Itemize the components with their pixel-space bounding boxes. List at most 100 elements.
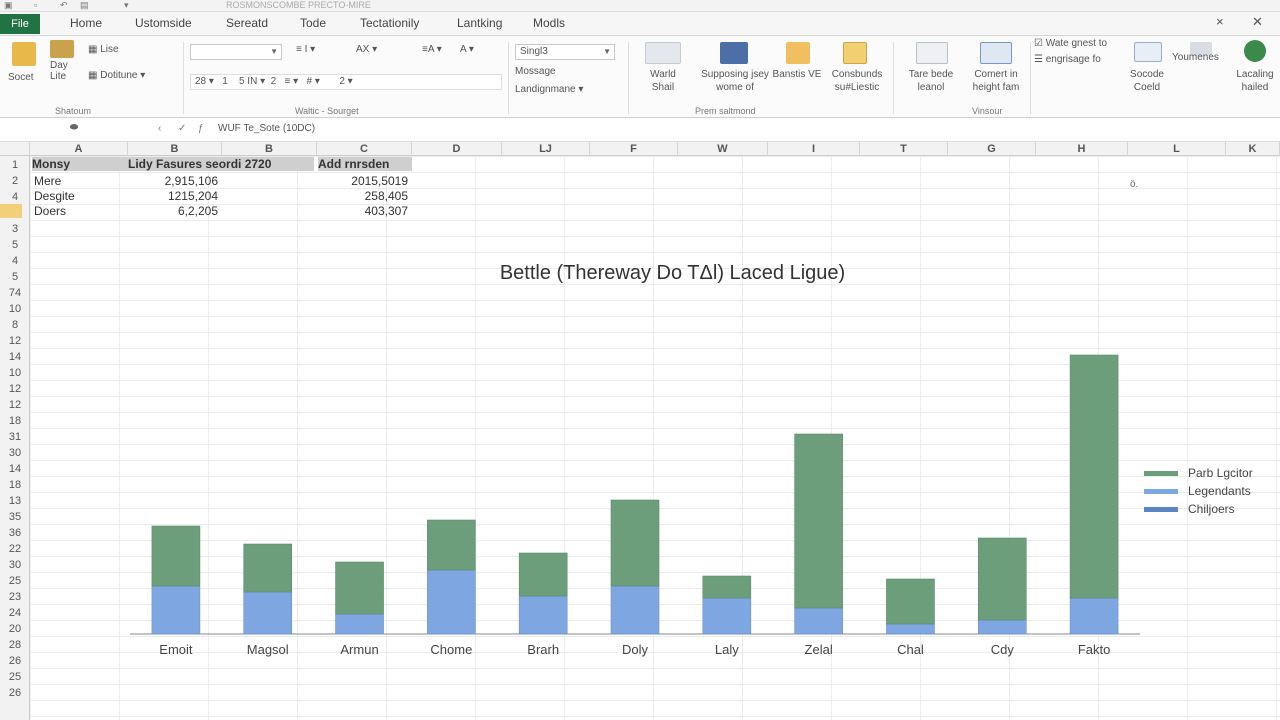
- row-header[interactable]: 18: [0, 413, 30, 429]
- alignment-dropdown[interactable]: Landignmane ▾: [515, 84, 583, 95]
- value-cell[interactable]: 2015,5019: [312, 174, 408, 188]
- value-cell[interactable]: 403,307: [312, 204, 408, 218]
- insert-icon[interactable]: [980, 42, 1012, 64]
- bar-parb-lgcitor-cdy[interactable]: [977, 537, 1027, 621]
- table-icon[interactable]: [916, 42, 948, 64]
- row-header[interactable]: 10: [0, 365, 30, 381]
- column-header[interactable]: K: [1226, 142, 1280, 156]
- chart[interactable]: Bettle (Thereway Do TΔl) Laced Ligue) Em…: [120, 250, 1280, 670]
- column-header[interactable]: D: [412, 142, 502, 156]
- legend-item[interactable]: Legendants: [1144, 482, 1253, 500]
- bar-legendants-laly[interactable]: [702, 597, 752, 635]
- paste-icon[interactable]: [12, 42, 36, 66]
- row-header[interactable]: 28: [0, 637, 30, 653]
- row-header[interactable]: 13: [0, 493, 30, 509]
- tab-sereatd[interactable]: Sereatd: [226, 16, 268, 34]
- bar-legendants-zelal[interactable]: [794, 607, 843, 635]
- header-cell[interactable]: Lidy Fasures seordi 2720: [128, 157, 314, 171]
- row-header[interactable]: 5: [0, 269, 30, 285]
- undo-icon[interactable]: ↶: [60, 0, 68, 11]
- close-ribbon-icon[interactable]: ×: [1216, 14, 1224, 29]
- column-header[interactable]: LJ: [502, 142, 590, 156]
- number-format-dropdown[interactable]: Singl3 ▼: [515, 44, 615, 60]
- row-header[interactable]: 20: [0, 621, 30, 637]
- bar-legendants-emoit[interactable]: [151, 585, 201, 635]
- redo-icon[interactable]: ▤: [80, 0, 89, 11]
- column-header[interactable]: I: [768, 142, 860, 156]
- row-header[interactable]: 3: [0, 221, 30, 237]
- enter-icon[interactable]: ✓: [178, 123, 186, 134]
- bar-legendants-doly[interactable]: [610, 585, 660, 635]
- row-header[interactable]: 14: [0, 349, 30, 365]
- font-name-dropdown[interactable]: ▼: [190, 44, 282, 60]
- bar-parb-lgcitor-emoit[interactable]: [151, 525, 201, 587]
- row-header[interactable]: 12: [0, 381, 30, 397]
- column-header[interactable]: A: [30, 142, 128, 156]
- wate-label[interactable]: ☑ Wate gnest to: [1034, 38, 1107, 49]
- column-header[interactable]: B: [222, 142, 317, 156]
- row-header[interactable]: 18: [0, 477, 30, 493]
- bar-legendants-chal[interactable]: [886, 623, 935, 635]
- row-label-cell[interactable]: Mere: [34, 174, 61, 188]
- bar-parb-lgcitor-magsol[interactable]: [243, 543, 293, 593]
- row-header[interactable]: 2: [0, 173, 30, 189]
- bar-legendants-armun[interactable]: [335, 613, 384, 635]
- row-header[interactable]: 31: [0, 429, 30, 445]
- formula-input[interactable]: WUF Te_Sote (10DC): [218, 123, 315, 134]
- bar-parb-lgcitor-chal[interactable]: [886, 578, 935, 625]
- cancel-icon[interactable]: ‹: [158, 123, 161, 134]
- customize-icon[interactable]: ▾: [124, 0, 129, 11]
- save-icon[interactable]: ▫: [34, 0, 37, 10]
- row-header[interactable]: 4: [0, 189, 30, 205]
- row-header[interactable]: 10: [0, 301, 30, 317]
- row-header[interactable]: 30: [0, 445, 30, 461]
- row-header[interactable]: 74: [0, 285, 30, 301]
- bar-parb-lgcitor-zelal[interactable]: [794, 433, 843, 609]
- bold-italic-buttons[interactable]: ≡ I ▾: [296, 44, 315, 55]
- column-header[interactable]: W: [678, 142, 768, 156]
- function-icon[interactable]: ƒ: [198, 123, 204, 134]
- tab-tectationily[interactable]: Tectationily: [360, 16, 419, 34]
- bar-parb-lgcitor-fakto[interactable]: [1069, 354, 1119, 599]
- column-header[interactable]: F: [590, 142, 678, 156]
- font-size-ax[interactable]: AX ▾: [356, 44, 377, 55]
- column-header[interactable]: G: [948, 142, 1036, 156]
- value-cell[interactable]: 6,2,205: [128, 204, 218, 218]
- value-cell[interactable]: 1215,204: [128, 189, 218, 203]
- lise-button[interactable]: ▦ Lise: [88, 44, 119, 55]
- row-header[interactable]: 24: [0, 605, 30, 621]
- row-header[interactable]: 1: [0, 157, 30, 173]
- bar-legendants-fakto[interactable]: [1069, 597, 1119, 635]
- socode-icon[interactable]: [1134, 42, 1162, 62]
- font-format-row[interactable]: 28 ▾ 1 5 IN ▾ 2 ≡ ▾ # ▾ 2 ▾: [190, 74, 502, 90]
- row-header[interactable]: 26: [0, 685, 30, 701]
- stray-cell[interactable]: ö.: [1130, 178, 1138, 192]
- row-header[interactable]: 12: [0, 397, 30, 413]
- bar-legendants-brarh[interactable]: [518, 595, 568, 635]
- dotitune-button[interactable]: ▦ Dotitune ▾: [88, 70, 145, 81]
- font-size-a[interactable]: ≡A ▾: [422, 44, 442, 55]
- bar-parb-lgcitor-doly[interactable]: [610, 499, 660, 587]
- column-header[interactable]: L: [1128, 142, 1226, 156]
- font-color-a[interactable]: A ▾: [460, 44, 474, 55]
- cell-styles-icon[interactable]: [843, 42, 867, 64]
- bar-legendants-chome[interactable]: [427, 569, 476, 635]
- bar-parb-lgcitor-armun[interactable]: [335, 561, 384, 615]
- row-header[interactable]: 12: [0, 333, 30, 349]
- legend-item[interactable]: Chiljoers: [1144, 500, 1253, 518]
- tab-file[interactable]: File: [0, 14, 40, 34]
- row-header[interactable]: 22: [0, 541, 30, 557]
- bar-parb-lgcitor-laly[interactable]: [702, 575, 752, 599]
- row-header[interactable]: 5: [0, 237, 30, 253]
- header-cell[interactable]: Add rnrsden: [318, 157, 412, 171]
- tab-lantking[interactable]: Lantking: [457, 16, 502, 34]
- engrisage-label[interactable]: ☰ engrisage fo: [1034, 54, 1101, 65]
- row-label-cell[interactable]: Doers: [34, 204, 66, 218]
- name-box[interactable]: ⬬: [4, 122, 144, 138]
- close-window-icon[interactable]: ✕: [1252, 14, 1263, 30]
- row-header[interactable]: 35: [0, 509, 30, 525]
- tab-tode[interactable]: Tode: [300, 16, 326, 34]
- row-header[interactable]: 23: [0, 589, 30, 605]
- column-header[interactable]: T: [860, 142, 948, 156]
- select-all-corner[interactable]: [0, 142, 30, 156]
